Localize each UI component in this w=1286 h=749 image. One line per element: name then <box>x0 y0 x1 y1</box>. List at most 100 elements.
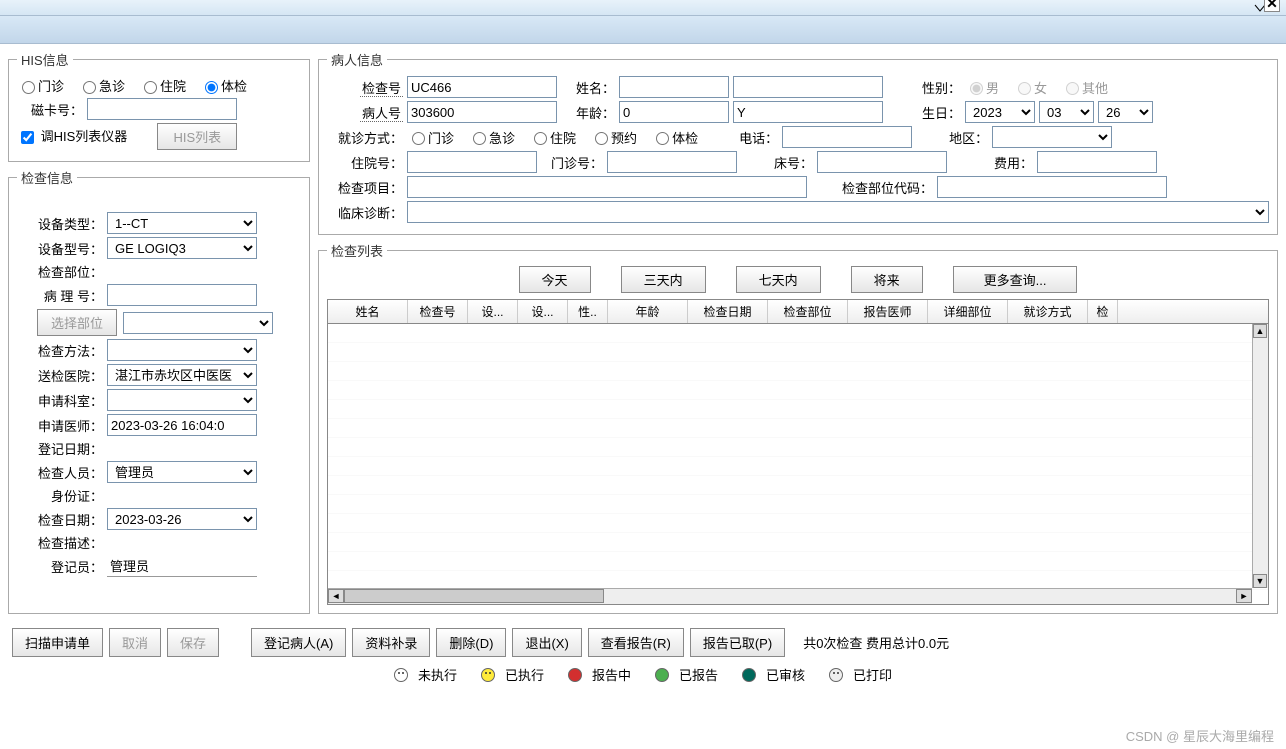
scroll-thumb[interactable] <box>344 589 604 603</box>
seven-days-button[interactable]: 七天内 <box>736 266 821 293</box>
diag-select[interactable] <box>407 201 1269 223</box>
hislist-button[interactable]: HIS列表 <box>157 123 237 150</box>
his-radio-inpatient[interactable]: 住院 <box>139 76 186 95</box>
bottom-toolbar: 扫描申请单 取消 保存 登记病人(A) 资料补录 删除(D) 退出(X) 查看报… <box>0 622 1286 663</box>
name-extra-input[interactable] <box>733 76 883 98</box>
col-visit[interactable]: 就诊方式 <box>1008 300 1088 323</box>
hospital-label: 送检医院： <box>17 366 107 385</box>
his-radio-emergency[interactable]: 急诊 <box>78 76 125 95</box>
cancel-button[interactable]: 取消 <box>109 628 161 657</box>
exam-method-select[interactable] <box>107 339 257 361</box>
age-input[interactable] <box>619 101 729 123</box>
scan-button[interactable]: 扫描申请单 <box>12 628 103 657</box>
status-printed: 已打印 <box>853 665 892 684</box>
vertical-scrollbar[interactable]: ▲ ▼ <box>1252 324 1268 588</box>
sex-male-radio[interactable]: 男 <box>965 78 999 97</box>
visit-inpatient-radio[interactable]: 住院 <box>529 128 576 147</box>
doctor-label: 申请医师： <box>17 416 107 435</box>
region-select[interactable] <box>992 126 1112 148</box>
fee-input[interactable] <box>1037 151 1157 173</box>
patient-legend: 病人信息 <box>327 50 387 69</box>
age-unit-input[interactable] <box>733 101 883 123</box>
circle-icon <box>568 668 582 682</box>
sex-female-radio[interactable]: 女 <box>1013 78 1047 97</box>
device-model-select[interactable]: GE LOGIQ3 <box>107 237 257 259</box>
col-part[interactable]: 检查部位 <box>768 300 848 323</box>
horizontal-scrollbar[interactable]: ◄ ► <box>328 588 1252 604</box>
exam-legend: 检查信息 <box>17 168 77 187</box>
future-button[interactable]: 将来 <box>851 266 923 293</box>
col-date[interactable]: 检查日期 <box>688 300 768 323</box>
col-age[interactable]: 年龄 <box>608 300 688 323</box>
hislist-checkbox[interactable]: 调HIS列表仪器 <box>17 126 127 147</box>
col-doctor[interactable]: 报告医师 <box>848 300 928 323</box>
save-button[interactable]: 保存 <box>167 628 219 657</box>
birth-year-select[interactable]: 2023 <box>965 101 1035 123</box>
more-query-button[interactable]: 更多查询... <box>953 266 1078 293</box>
today-button[interactable]: 今天 <box>519 266 591 293</box>
select-part-button[interactable]: 选择部位 <box>37 309 117 336</box>
reg-date-label: 登记日期： <box>17 439 107 458</box>
card-input[interactable] <box>87 98 237 120</box>
birth-month-select[interactable]: 03 <box>1039 101 1094 123</box>
exam-method-label: 检查方法： <box>17 341 107 360</box>
patient-no-label: 病人号 <box>327 103 407 122</box>
close-icon[interactable]: ✕ <box>1264 0 1280 12</box>
his-radio-outpatient[interactable]: 门诊 <box>17 76 64 95</box>
status-reviewed: 已审核 <box>766 665 805 684</box>
summary-text: 共0次检查 费用总计0.0元 <box>803 633 949 652</box>
supplement-button[interactable]: 资料补录 <box>352 628 430 657</box>
select-part-select[interactable] <box>123 312 273 334</box>
report-taken-button[interactable]: 报告已取(P) <box>690 628 785 657</box>
scroll-up-icon[interactable]: ▲ <box>1253 324 1267 338</box>
col-sex[interactable]: 性.. <box>568 300 608 323</box>
col-dev1[interactable]: 设... <box>468 300 518 323</box>
device-type-label: 设备类型： <box>17 214 107 233</box>
exit-button[interactable]: 退出(X) <box>512 628 581 657</box>
path-no-input[interactable] <box>107 284 257 306</box>
exam-date-select[interactable]: 2023-03-26 <box>107 508 257 530</box>
col-last[interactable]: 检 <box>1088 300 1118 323</box>
view-report-button[interactable]: 查看报告(R) <box>588 628 684 657</box>
col-name[interactable]: 姓名 <box>328 300 408 323</box>
col-dev2[interactable]: 设... <box>518 300 568 323</box>
exam-table[interactable]: 姓名 检查号 设... 设... 性.. 年龄 检查日期 检查部位 报告医师 详… <box>327 299 1269 605</box>
item-input[interactable] <box>407 176 807 198</box>
check-no-input[interactable] <box>407 76 557 98</box>
desc-label: 检查描述： <box>17 533 107 552</box>
col-checkno[interactable]: 检查号 <box>408 300 468 323</box>
region-label: 地区： <box>942 128 992 147</box>
partcode-input[interactable] <box>937 176 1167 198</box>
phone-input[interactable] <box>782 126 912 148</box>
adm-no-input[interactable] <box>407 151 537 173</box>
his-radio-checkup[interactable]: 体检 <box>200 76 247 95</box>
sex-other-radio[interactable]: 其他 <box>1061 78 1108 97</box>
fee-label: 费用： <box>977 153 1037 172</box>
patient-no-input[interactable] <box>407 101 557 123</box>
scroll-left-icon[interactable]: ◄ <box>328 589 344 603</box>
table-body[interactable] <box>328 324 1268 604</box>
scroll-right-icon[interactable]: ► <box>1236 589 1252 603</box>
doctor-input[interactable] <box>107 414 257 436</box>
visit-emergency-radio[interactable]: 急诊 <box>468 128 515 147</box>
registrar-input[interactable] <box>107 555 257 577</box>
adm-no-label: 住院号： <box>327 153 407 172</box>
dept-select[interactable] <box>107 389 257 411</box>
visit-outpatient-radio[interactable]: 门诊 <box>407 128 454 147</box>
name-input[interactable] <box>619 76 729 98</box>
col-detail[interactable]: 详细部位 <box>928 300 1008 323</box>
scroll-down-icon[interactable]: ▼ <box>1253 574 1267 588</box>
three-days-button[interactable]: 三天内 <box>621 266 706 293</box>
examiner-select[interactable]: 管理员 <box>107 461 257 483</box>
clinic-no-input[interactable] <box>607 151 737 173</box>
delete-button[interactable]: 删除(D) <box>436 628 506 657</box>
register-button[interactable]: 登记病人(A) <box>251 628 346 657</box>
birth-day-select[interactable]: 26 <box>1098 101 1153 123</box>
device-type-select[interactable]: 1--CT <box>107 212 257 234</box>
visit-checkup-radio[interactable]: 体检 <box>651 128 698 147</box>
exam-list-group: 检查列表 今天 三天内 七天内 将来 更多查询... 姓名 检查号 设... 设… <box>318 241 1278 614</box>
window-chrome-top <box>0 0 1286 16</box>
bed-input[interactable] <box>817 151 947 173</box>
visit-appointment-radio[interactable]: 预约 <box>590 128 637 147</box>
hospital-select[interactable]: 湛江市赤坎区中医医 <box>107 364 257 386</box>
